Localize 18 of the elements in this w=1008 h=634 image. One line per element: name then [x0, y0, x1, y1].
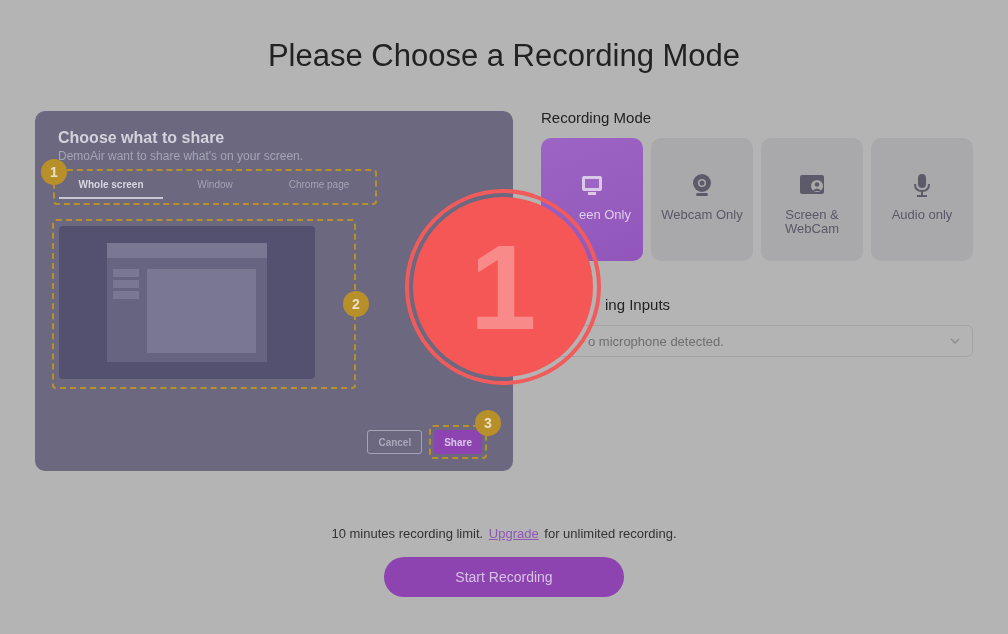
- section-heading: ing Inputs: [604, 296, 672, 314]
- chevron-down-icon: [950, 338, 960, 344]
- mode-tile[interactable]: Webcam Only: [651, 138, 753, 261]
- dialog-title: Choose what to share: [58, 128, 226, 148]
- share-tab[interactable]: Chrome page: [267, 171, 371, 199]
- callout-badge: 2: [343, 291, 369, 317]
- mode-tile[interactable]: Audio only: [871, 138, 973, 261]
- upgrade-link[interactable]: Upgrade: [488, 526, 539, 541]
- share-tab[interactable]: Window: [163, 171, 267, 199]
- start-recording-button[interactable]: Start Recording: [384, 557, 624, 597]
- cancel-button[interactable]: Cancel: [367, 430, 423, 454]
- share-button[interactable]: Share: [434, 430, 482, 454]
- callout-badge: 3: [475, 410, 501, 436]
- limit-note: 10 minutes recording limit. Upgrade for unlimited recording.: [331, 526, 677, 542]
- mode-tile[interactable]: Screen & WebCam: [761, 138, 863, 261]
- page-title: Please Choose a Recording Mode: [267, 37, 741, 75]
- callout-badge: 1: [41, 159, 67, 185]
- section-heading: Recording Mode: [541, 109, 653, 127]
